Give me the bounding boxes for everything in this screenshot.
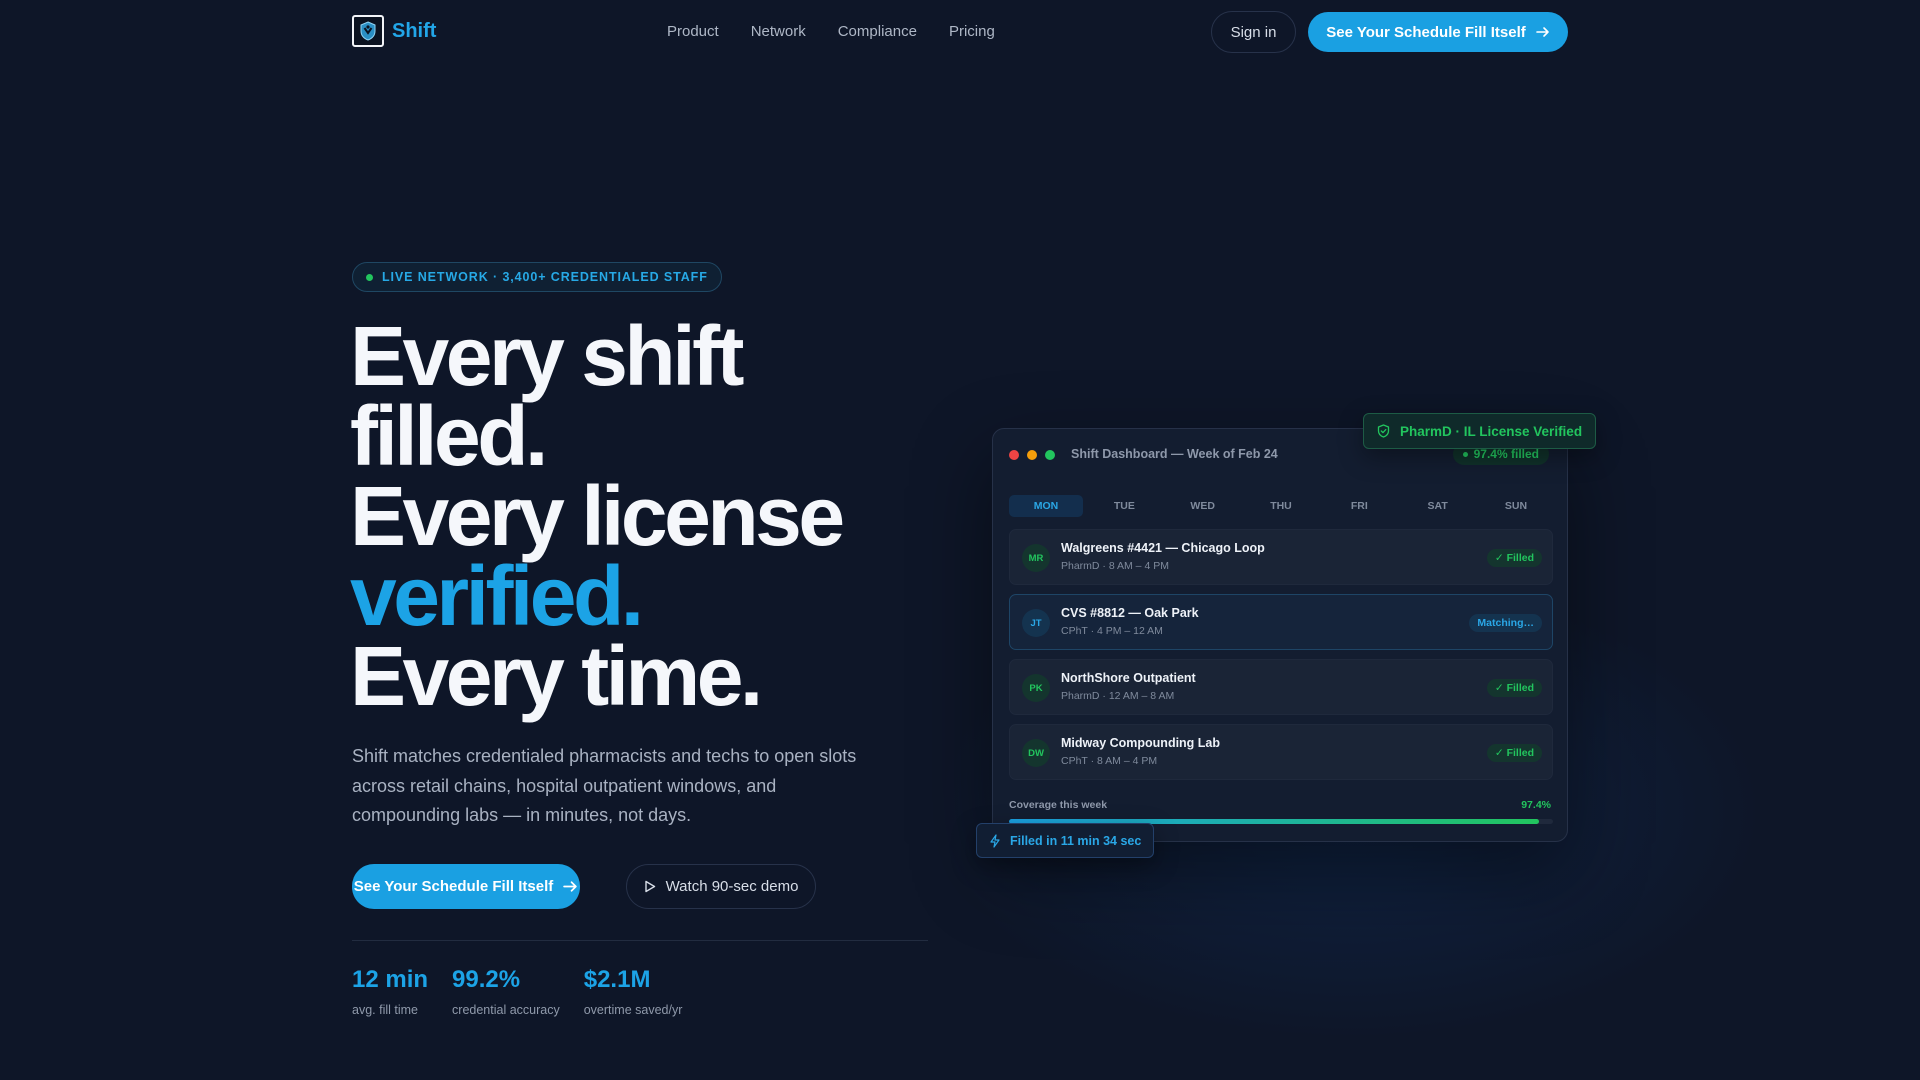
watch-demo-button[interactable]: Watch 90-sec demo <box>626 864 816 909</box>
headline-line-1: Every shift <box>350 309 745 403</box>
avatar: JT <box>1022 609 1050 637</box>
shift-dashboard-card: Shift Dashboard — Week of Feb 24 97.4% f… <box>992 428 1568 842</box>
shift-row[interactable]: MR Walgreens #4421 — Chicago Loop PharmD… <box>1009 529 1553 585</box>
dashboard-title: Shift Dashboard — Week of Feb 24 <box>1071 447 1278 461</box>
stat-overtime-saved: $2.1M overtime saved/yr <box>584 966 683 1017</box>
shield-check-icon <box>1377 424 1390 438</box>
nav-cta-button[interactable]: See Your Schedule Fill Itself <box>1308 12 1568 52</box>
tab-mon[interactable]: MON <box>1009 495 1083 517</box>
arrow-right-icon <box>1535 27 1549 37</box>
badge-label: 97.4% filled <box>1473 447 1539 461</box>
stat-value: $2.1M <box>583 966 651 993</box>
stat-label: avg. fill time <box>352 1003 418 1017</box>
hero-subcopy: Shift matches credentialed pharmacists a… <box>352 746 857 825</box>
avatar: PK <box>1022 674 1050 702</box>
window-maximize-dot <box>1045 450 1055 460</box>
shift-location: Midway Compounding Lab <box>1061 736 1221 750</box>
shift-location: CVS #8812 — Oak Park <box>1061 606 1199 620</box>
stat-label: overtime saved/yr <box>583 1003 683 1017</box>
status-badge: ✓ Filled <box>1486 679 1542 697</box>
watch-demo-label: Watch 90-sec demo <box>665 878 799 895</box>
status-badge: Matching… <box>1469 614 1542 632</box>
badge-dot <box>1462 451 1468 457</box>
nav-link-pricing[interactable]: Pricing <box>949 23 995 40</box>
top-nav: Shift Product Network Compliance Pricing… <box>0 0 1920 64</box>
brand-name: Shift <box>392 19 437 42</box>
stat-fill-time: 12 min avg. fill time <box>352 966 428 1017</box>
stats-divider <box>352 940 928 941</box>
tab-fri[interactable]: FRI <box>1322 495 1396 517</box>
shift-row[interactable]: PK NorthShore Outpatient PharmD · 12 AM … <box>1009 659 1553 715</box>
coverage-value: 97.4% <box>1521 799 1551 811</box>
shift-list: MR Walgreens #4421 — Chicago Loop PharmD… <box>1009 529 1553 789</box>
tab-sun[interactable]: SUN <box>1479 495 1553 517</box>
stat-credential-accuracy: 99.2% credential accuracy <box>452 966 560 1017</box>
shield-logo-icon <box>352 15 384 47</box>
tab-sat[interactable]: SAT <box>1401 495 1475 517</box>
tab-thu[interactable]: THU <box>1244 495 1318 517</box>
avatar: DW <box>1022 739 1050 767</box>
shift-location: NorthShore Outpatient <box>1061 671 1196 685</box>
shift-row[interactable]: JT CVS #8812 — Oak Park CPhT · 4 PM – 12… <box>1009 594 1553 650</box>
coverage-label: Coverage this week <box>1009 799 1108 811</box>
shift-location: Walgreens #4421 — Chicago Loop <box>1061 541 1265 555</box>
arrow-right-icon <box>563 881 577 892</box>
status-badge: ✓ Filled <box>1486 744 1542 762</box>
lightning-icon <box>990 833 1000 848</box>
nav-links: Product Network Compliance Pricing <box>667 23 995 40</box>
license-verified-chip: PharmD · IL License Verified <box>1363 413 1597 449</box>
nav-link-product[interactable]: Product <box>667 23 719 40</box>
nav-link-compliance[interactable]: Compliance <box>838 23 917 40</box>
sign-in-button[interactable]: Sign in <box>1211 11 1296 53</box>
shift-detail: CPhT · 8 AM – 4 PM <box>1061 755 1158 767</box>
shift-row[interactable]: DW Midway Compounding Lab CPhT · 8 AM – … <box>1009 724 1553 780</box>
nav-cta-label: See Your Schedule Fill Itself <box>1326 23 1526 41</box>
fill-time-chip: Filled in 11 min 34 sec <box>976 823 1155 858</box>
live-network-pill: LIVE NETWORK · 3,400+ CREDENTIALED STAFF <box>352 262 722 292</box>
brand-logo-link[interactable]: Shift <box>352 15 436 47</box>
hero-cta-label: See Your Schedule Fill Itself <box>353 878 554 895</box>
nav-link-network[interactable]: Network <box>751 23 806 40</box>
shift-detail: PharmD · 8 AM – 4 PM <box>1061 560 1169 572</box>
fill-time-chip-label: Filled in 11 min 34 sec <box>1010 833 1142 848</box>
shift-detail: PharmD · 12 AM – 8 AM <box>1061 690 1175 702</box>
day-tabs: MON TUE WED THU FRI SAT SUN <box>1009 495 1553 517</box>
play-icon <box>644 880 655 893</box>
window-minimize-dot <box>1027 450 1037 460</box>
stat-label: credential accuracy <box>452 1003 560 1017</box>
hero-cta-button[interactable]: See Your Schedule Fill Itself <box>352 864 580 909</box>
shift-detail: CPhT · 4 PM – 12 AM <box>1061 625 1163 637</box>
hero-headline: Every shift filled. Every license verifi… <box>350 309 970 723</box>
pill-text: LIVE NETWORK · 3,400+ CREDENTIALED STAFF <box>382 270 708 284</box>
verified-chip-label: PharmD · IL License Verified <box>1400 423 1583 439</box>
headline-line-2: filled. <box>350 389 548 483</box>
stat-value: 99.2% <box>452 966 521 993</box>
stats-row: 12 min avg. fill time 99.2% credential a… <box>352 966 682 1017</box>
headline-line-4: verified. <box>350 549 644 643</box>
avatar: MR <box>1022 544 1050 572</box>
live-status-dot <box>366 273 373 281</box>
window-close-dot <box>1009 450 1019 460</box>
stat-value: 12 min <box>352 966 429 993</box>
headline-line-5: Every time. <box>350 629 763 723</box>
status-badge: ✓ Filled <box>1486 549 1542 567</box>
tab-tue[interactable]: TUE <box>1087 495 1161 517</box>
headline-line-3: Every license <box>350 469 845 563</box>
tab-wed[interactable]: WED <box>1166 495 1240 517</box>
